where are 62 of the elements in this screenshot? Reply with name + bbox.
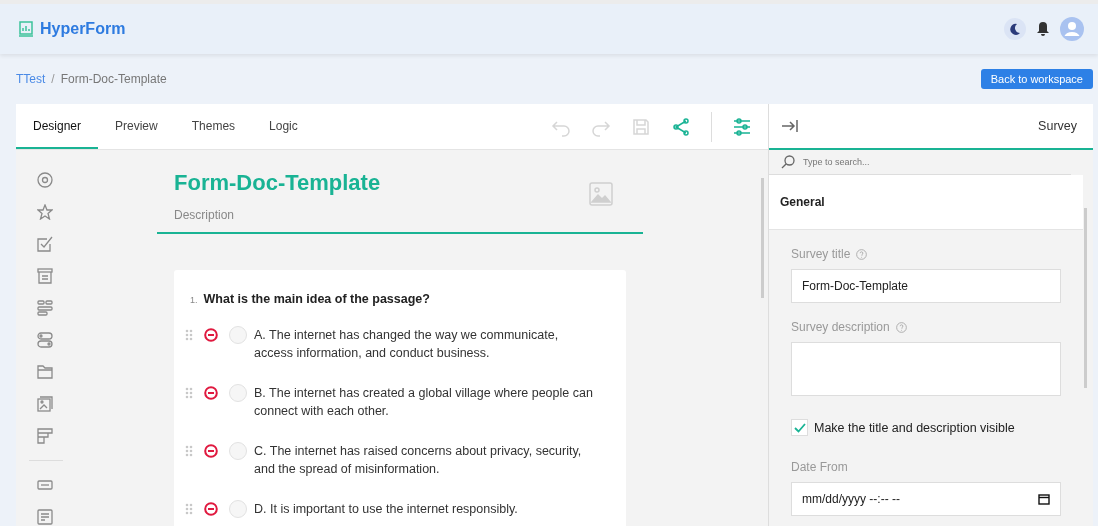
question-number: 1. xyxy=(190,295,198,305)
share-icon[interactable] xyxy=(671,116,691,137)
field-label: Survey description xyxy=(791,320,890,334)
ranking-icon[interactable] xyxy=(37,428,53,444)
radio-button[interactable] xyxy=(229,500,247,518)
radio-icon[interactable] xyxy=(37,172,53,188)
field-label: Date From xyxy=(791,460,848,474)
help-icon[interactable] xyxy=(856,248,868,260)
back-to-workspace-button[interactable]: Back to workspace xyxy=(980,69,1093,89)
toggle-icon[interactable] xyxy=(37,332,53,348)
choice-text[interactable]: A. The internet has changed the way we communicate, access information, and conduct business. xyxy=(254,326,599,362)
folder-icon[interactable] xyxy=(37,364,53,380)
drag-handle-icon[interactable] xyxy=(185,503,193,515)
panel-title: Survey xyxy=(1038,119,1077,133)
remove-icon[interactable] xyxy=(204,386,218,400)
choice-text[interactable]: B. The internet has created a global village where people can connect with each other. xyxy=(254,384,599,420)
tags-icon[interactable] xyxy=(37,300,53,316)
drag-handle-icon[interactable] xyxy=(185,387,193,399)
section-title[interactable]: General xyxy=(780,195,825,209)
remove-icon[interactable] xyxy=(204,502,218,516)
drag-handle-icon[interactable] xyxy=(185,445,193,457)
tab[interactable]: Designer xyxy=(16,104,99,149)
drag-handle-icon[interactable] xyxy=(185,329,193,341)
star-icon[interactable] xyxy=(37,204,53,220)
tab[interactable]: Logic xyxy=(252,104,315,149)
comment-icon[interactable] xyxy=(37,509,53,525)
calendar-icon[interactable] xyxy=(1038,493,1050,505)
radio-button[interactable] xyxy=(229,326,247,344)
checkbox-icon[interactable] xyxy=(37,236,53,252)
app-name[interactable]: HyperForm xyxy=(40,20,126,38)
input-icon[interactable] xyxy=(37,477,53,493)
remove-icon[interactable] xyxy=(204,328,218,342)
checkbox-label[interactable]: Make the title and description visible xyxy=(814,420,1015,435)
question-title[interactable]: What is the main idea of the passage? xyxy=(203,292,430,306)
bell-icon[interactable] xyxy=(1036,21,1050,37)
survey-description-field[interactable] xyxy=(791,342,1061,396)
breadcrumb-separator: / xyxy=(51,72,55,86)
search-field[interactable]: Type to search... xyxy=(801,156,1045,168)
collapse-icon[interactable] xyxy=(781,119,799,133)
logo-icon xyxy=(18,21,34,37)
choice-text[interactable]: D. It is important to use the internet responsibly. xyxy=(254,500,599,518)
image-icon[interactable] xyxy=(37,396,53,412)
choice-text[interactable]: C. The internet has raised concerns about privacy, security, and the spread of misinformation. xyxy=(254,442,599,478)
remove-icon[interactable] xyxy=(204,444,218,458)
scrollbar[interactable] xyxy=(761,178,764,298)
radio-button[interactable] xyxy=(229,384,247,402)
radio-button[interactable] xyxy=(229,442,247,460)
help-icon[interactable] xyxy=(895,321,907,333)
field-label: Survey title xyxy=(791,247,851,261)
image-icon[interactable] xyxy=(589,182,613,206)
search-icon xyxy=(781,155,795,169)
tab[interactable]: Themes xyxy=(174,104,253,149)
date-field[interactable]: mm/dd/yyyy --:-- -- xyxy=(791,482,1061,516)
tab[interactable]: Preview xyxy=(98,104,175,149)
settings-icon[interactable] xyxy=(732,116,752,137)
survey-title-field[interactable]: Form-Doc-Template xyxy=(791,269,1061,303)
moon-icon[interactable] xyxy=(1004,18,1026,40)
checkbox[interactable] xyxy=(791,419,808,436)
dropdown-icon[interactable] xyxy=(37,268,53,284)
avatar-icon[interactable] xyxy=(1060,17,1084,41)
breadcrumb-current: Form-Doc-Template xyxy=(60,72,167,86)
question-card[interactable] xyxy=(174,270,626,526)
